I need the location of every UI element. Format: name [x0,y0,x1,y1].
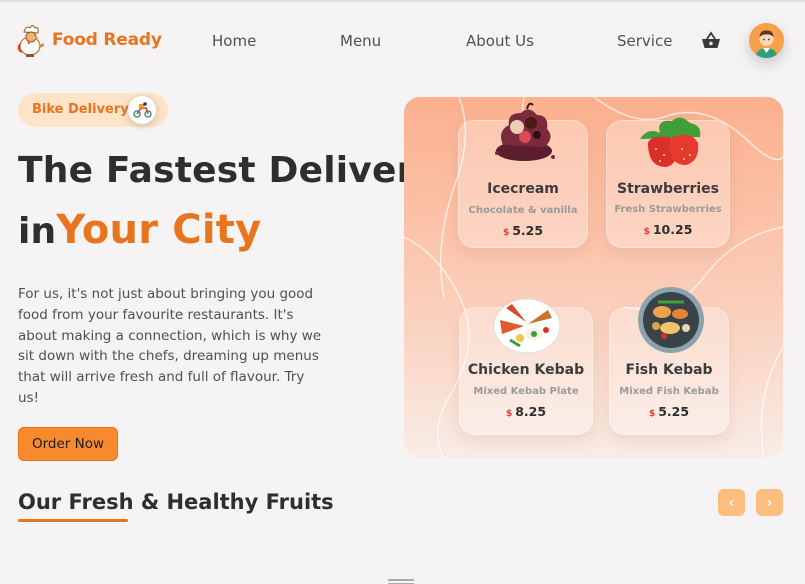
currency-symbol: $ [643,227,650,237]
hero-headline-line1: The Fastest Delivery [18,150,439,191]
food-description: Mixed Fish Kebab [619,386,719,397]
food-card-fish-kebab[interactable]: Fish Kebab Mixed Fish Kebab $5.25 [609,287,729,435]
carousel-prev-button[interactable]: ‹ [718,489,745,516]
food-description: Fresh Strawberries [614,204,722,215]
order-now-button[interactable]: Order Now [18,427,118,461]
hero-headline-accent: Your City [56,207,262,253]
currency-symbol: $ [505,409,513,419]
brand[interactable]: Food Ready [16,22,162,58]
nav-menu[interactable]: Menu [340,32,381,50]
price-value: 5.25 [512,223,544,238]
hero-description: For us, it's not just about bringing you… [18,286,322,406]
strawberries-image [640,117,701,167]
rooster-chef-logo [17,25,44,57]
food-description: Chocolate & vanilla [468,205,578,216]
chicken-kebab-image [493,298,561,354]
price-value: 5.25 [658,404,690,419]
food-name: Icecream [487,181,559,197]
chevron-left-icon: ‹ [728,494,735,511]
delivery-scooter-icon [128,96,156,124]
food-name: Fish Kebab [625,362,713,378]
food-name: Strawberries [616,181,719,197]
nav-home[interactable]: Home [212,32,256,50]
featured-food-panel: Icecream Chocolate & vanilla $5.25 Straw… [404,97,783,458]
food-name: Chicken Kebab [467,362,585,378]
carousel-next-button[interactable]: › [756,489,783,516]
chevron-right-icon: › [766,494,773,511]
price-value: 8.25 [515,404,547,419]
food-card-strawberries[interactable]: Strawberries Fresh Strawberries $10.25 [606,117,730,248]
drag-handle-icon[interactable] [388,579,414,584]
section-title-underline [18,519,128,522]
fish-kebab-image [638,287,704,353]
food-price: $8.25 [460,404,592,419]
price-value: 10.25 [652,222,693,237]
hero-headline-in: in [18,211,57,252]
nav-about-us[interactable]: About Us [466,32,534,50]
food-description: Mixed Kebab Plate [473,386,579,397]
fruits-section-title: Our Fresh & Healthy Fruits [18,490,334,514]
food-card-icecream[interactable]: Icecream Chocolate & vanilla $5.25 [458,102,588,248]
food-price: $10.25 [607,222,729,237]
bike-delivery-badge: Bike Delivery [18,93,168,127]
bike-delivery-label: Bike Delivery [32,102,129,117]
user-avatar-icon [755,30,778,58]
basket-icon[interactable] [700,30,722,52]
food-price: $5.25 [610,404,728,419]
currency-symbol: $ [502,228,510,238]
nav-service[interactable]: Service [617,32,672,50]
food-card-chicken-kebab[interactable]: Chicken Kebab Mixed Kebab Plate $8.25 [459,298,593,435]
hero-headline-line2: inYour City [18,207,261,253]
currency-symbol: $ [648,409,656,419]
icecream-image [495,102,555,161]
food-price: $5.25 [459,223,587,238]
brand-name: Food Ready [52,30,162,50]
user-avatar[interactable] [749,23,784,58]
